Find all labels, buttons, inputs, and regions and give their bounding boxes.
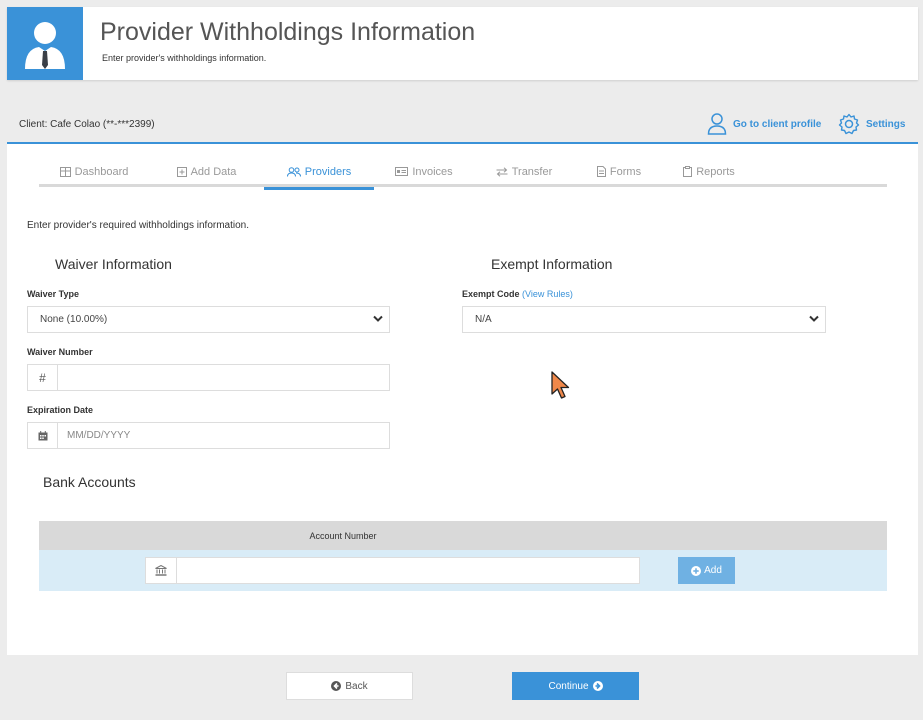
client-bar: Client: Cafe Colao (**-***2399) Go to cl… [7, 104, 918, 144]
expiration-date-input[interactable] [58, 423, 389, 448]
intro-text: Enter provider's required withholdings i… [27, 220, 250, 231]
tab-dashboard-label: Dashboard [74, 165, 129, 178]
tab-invoices[interactable]: Invoices [374, 156, 474, 187]
bank-icon [155, 565, 167, 576]
tab-add-data[interactable]: Add Data [149, 156, 264, 187]
waiver-type-label: Waiver Type [27, 289, 80, 299]
tab-add-data-label: Add Data [190, 165, 237, 178]
page-subtitle: Enter provider's withholdings informatio… [102, 53, 267, 63]
users-icon [286, 166, 301, 177]
expiration-date-group [27, 422, 390, 449]
tab-transfer-label: Transfer [511, 165, 553, 178]
plus-circle-icon [691, 565, 702, 576]
settings-link[interactable]: Settings [838, 112, 905, 136]
exempt-section-title: Exempt Information [491, 256, 613, 272]
back-button-label: Back [345, 680, 368, 692]
account-number-header: Account Number [309, 531, 377, 541]
settings-link-label: Settings [866, 118, 906, 130]
invoice-icon [395, 167, 409, 176]
waiver-type-value: None (10.00%) [40, 314, 108, 325]
tab-providers-label: Providers [304, 165, 352, 178]
account-number-input[interactable] [177, 558, 639, 583]
tab-dashboard[interactable]: Dashboard [39, 156, 149, 187]
main-panel: Client: Cafe Colao (**-***2399) Go to cl… [7, 104, 918, 716]
go-to-client-profile-link[interactable]: Go to client profile [707, 112, 821, 136]
gear-icon [838, 113, 860, 135]
tab-transfer[interactable]: Transfer [474, 156, 574, 187]
waiver-number-input[interactable] [58, 365, 389, 390]
avatar [7, 7, 83, 80]
tab-reports[interactable]: Reports [664, 156, 754, 187]
account-number-group [145, 557, 640, 584]
exchange-icon [496, 166, 508, 177]
arrow-left-circle-icon [331, 681, 342, 691]
continue-button[interactable]: Continue [512, 672, 639, 700]
calendar-icon [38, 430, 47, 440]
exempt-code-label: Exempt Code (View Rules) [462, 289, 573, 299]
exempt-code-select[interactable]: N/A [462, 306, 826, 333]
tab-forms-label: Forms [609, 165, 642, 178]
tab-providers[interactable]: Providers [264, 156, 374, 190]
hash-icon: # [28, 365, 58, 390]
bank-table-header: Account Number [39, 521, 887, 550]
waiver-type-select[interactable]: None (10.00%) [27, 306, 390, 333]
exempt-code-value: N/A [475, 314, 492, 325]
file-icon [596, 166, 606, 177]
page-title: Provider Withholdings Information [100, 18, 476, 46]
chevron-down-icon [809, 315, 819, 322]
bank-icon-box [146, 558, 177, 583]
tab-invoices-label: Invoices [412, 165, 453, 178]
add-account-label: Add [704, 565, 722, 576]
tab-reports-label: Reports [696, 165, 735, 178]
waiver-number-group: # [27, 364, 390, 391]
footer-bar: Back Continue [7, 655, 918, 716]
table-icon [59, 166, 71, 177]
clipboard-icon [683, 166, 693, 177]
exempt-code-label-text: Exempt Code [462, 289, 520, 299]
bank-section-title: Bank Accounts [43, 474, 136, 490]
waiver-number-label: Waiver Number [27, 347, 93, 357]
plus-square-icon [176, 166, 187, 177]
expiration-date-label: Expiration Date [27, 405, 94, 415]
nav-tabs: Dashboard Add Data Providers Invoices Tr… [39, 156, 887, 190]
profile-link-label: Go to client profile [733, 118, 822, 130]
chevron-down-icon [373, 315, 383, 322]
arrow-right-circle-icon [592, 681, 603, 691]
back-button[interactable]: Back [286, 672, 413, 700]
view-rules-link[interactable]: (View Rules) [522, 289, 573, 299]
page-header: Provider Withholdings Information Enter … [7, 7, 918, 80]
waiver-section-title: Waiver Information [55, 256, 172, 272]
add-account-button[interactable]: Add [678, 557, 735, 584]
client-label: Client: Cafe Colao (**-***2399) [19, 119, 155, 130]
user-tie-icon [25, 22, 65, 69]
mouse-cursor-icon [551, 371, 570, 399]
bank-table-row: Add [39, 550, 887, 591]
continue-button-label: Continue [548, 680, 589, 692]
calendar-icon-box [28, 423, 58, 448]
tab-forms[interactable]: Forms [574, 156, 664, 187]
user-outline-icon [707, 113, 727, 135]
